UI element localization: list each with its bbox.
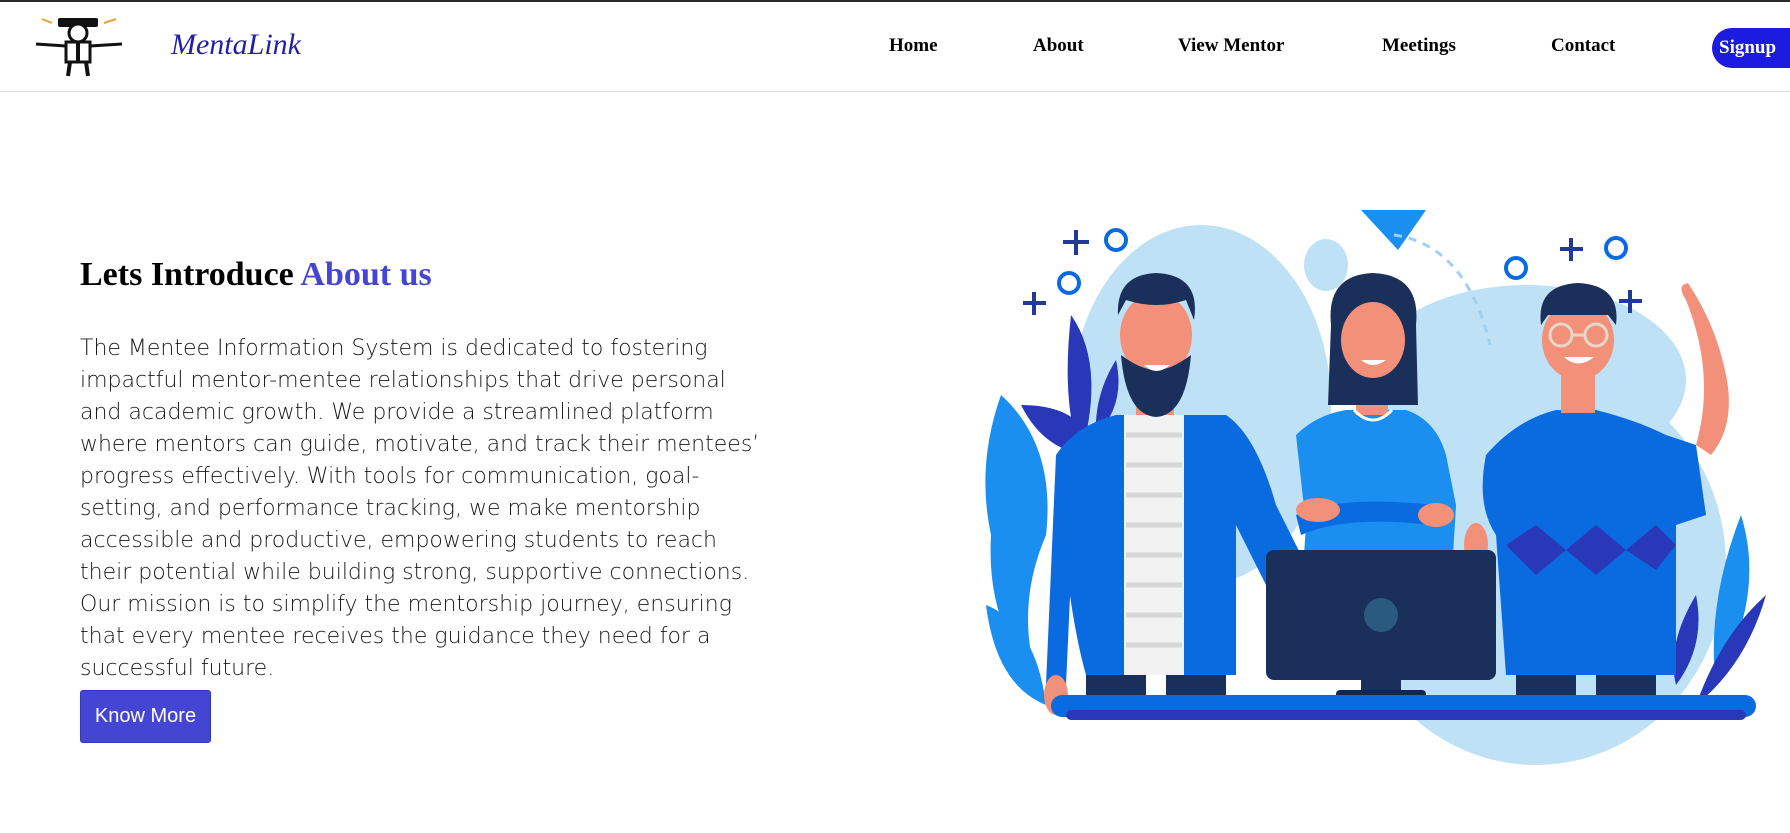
about-heading: Lets Introduce About us [80,256,432,294]
mentor-figure-logo-icon[interactable] [32,16,126,78]
nav-view-mentor[interactable]: View Mentor [1178,35,1284,57]
team-mentorship-illustration [985,210,1766,765]
heading-prefix: Lets Introduce [80,256,294,293]
nav-about[interactable]: About [1033,35,1084,57]
navbar: MentaLink Home About View Mentor Meeting… [0,2,1790,92]
about-paragraph: The Mentee Information System is dedicat… [80,336,760,681]
know-more-button[interactable]: Know More [80,690,211,743]
heading-accent: About us [300,256,432,293]
nav-home[interactable]: Home [889,35,938,57]
nav-contact[interactable]: Contact [1551,35,1615,57]
signup-button[interactable]: Signup [1712,28,1790,68]
brand-name[interactable]: MentaLink [171,28,301,62]
nav-meetings[interactable]: Meetings [1382,35,1456,57]
